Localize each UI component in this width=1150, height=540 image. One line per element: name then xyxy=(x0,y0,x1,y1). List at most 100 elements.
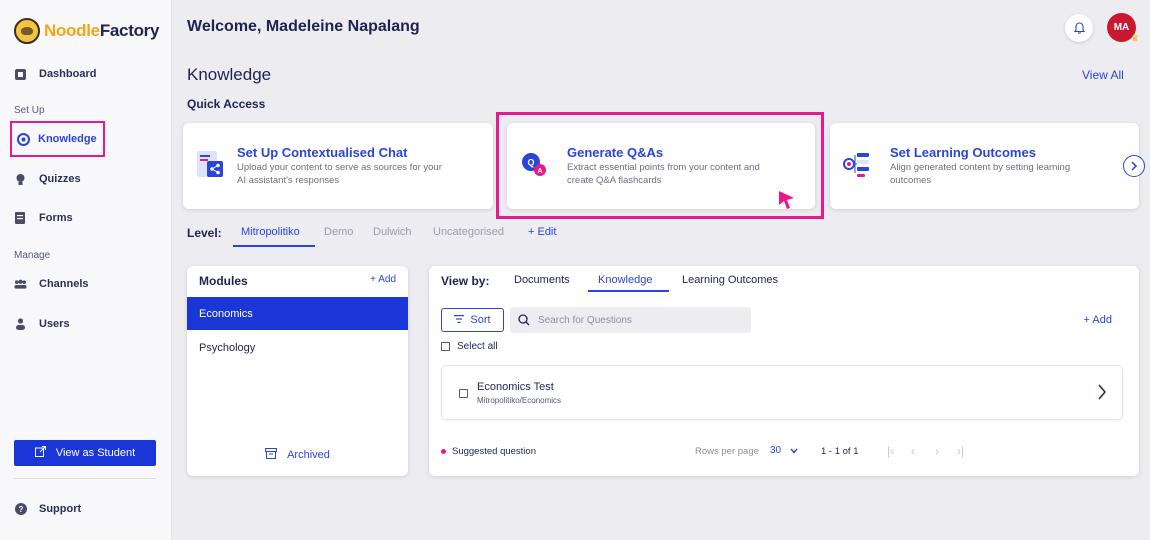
sidebar-item-quizzes[interactable]: Quizzes xyxy=(14,168,81,190)
notifications-button[interactable] xyxy=(1065,14,1093,42)
sidebar-item-label: Dashboard xyxy=(39,68,97,80)
lightbulb-icon xyxy=(14,173,27,186)
section-manage: Manage xyxy=(14,250,51,261)
quick-access-heading: Quick Access xyxy=(187,97,266,111)
archive-icon xyxy=(265,448,278,462)
first-page-icon[interactable]: |‹ xyxy=(887,444,894,458)
modules-heading: Modules xyxy=(199,274,248,288)
chevron-right-icon xyxy=(1131,161,1138,171)
sidebar-item-label: Quizzes xyxy=(39,173,81,185)
outcomes-list-icon xyxy=(843,153,869,177)
row-checkbox[interactable] xyxy=(459,389,468,398)
dashboard-icon xyxy=(14,68,27,81)
svg-text:?: ? xyxy=(18,505,23,514)
questions-panel: View by: Documents Knowledge Learning Ou… xyxy=(429,266,1139,476)
share-document-icon xyxy=(197,151,223,177)
suggested-dot xyxy=(441,449,446,454)
modules-panel: Modules + Add Economics Psychology Archi… xyxy=(187,266,408,476)
search-box xyxy=(510,307,751,333)
help-icon: ? xyxy=(14,503,27,516)
carousel-next-button[interactable] xyxy=(1123,155,1145,177)
brand-name: NoodleFactory xyxy=(44,21,160,40)
next-page-icon[interactable]: › xyxy=(935,444,939,458)
sidebar-item-forms[interactable]: Forms xyxy=(14,207,73,229)
welcome-message: Welcome, Madeleine Napalang xyxy=(187,18,420,35)
select-all[interactable]: Select all xyxy=(441,341,498,352)
sidebar-item-users[interactable]: Users xyxy=(14,313,70,335)
row-title: Economics Test xyxy=(477,381,554,393)
user-avatar[interactable]: MA ♛ xyxy=(1107,13,1139,43)
external-link-icon xyxy=(34,446,46,460)
card-learning-outcomes[interactable]: Set Learning Outcomes Align generated co… xyxy=(830,123,1139,209)
sidebar-item-label: Forms xyxy=(39,212,73,224)
add-module-button[interactable]: + Add xyxy=(370,274,396,285)
noodle-bowl-icon xyxy=(14,18,40,44)
sidebar: NoodleFactory Dashboard Set Up Knowledge… xyxy=(0,0,172,540)
knowledge-icon xyxy=(17,132,30,146)
card-title: Set Learning Outcomes xyxy=(890,145,1036,160)
level-tab-dulwich[interactable]: Dulwich xyxy=(373,226,412,238)
tab-learning-outcomes[interactable]: Learning Outcomes xyxy=(682,274,778,286)
card-title: Set Up Contextualised Chat xyxy=(237,145,408,160)
level-tab-mitropolitiko[interactable]: Mitropolitiko xyxy=(241,226,300,238)
page-title: Knowledge xyxy=(187,65,272,84)
row-path: Mitropolitiko/Economics xyxy=(477,396,562,405)
sidebar-item-label: Support xyxy=(39,503,82,515)
crown-icon: ♛ xyxy=(1130,33,1139,43)
view-all-link[interactable]: View All xyxy=(1082,68,1124,82)
chevron-down-icon xyxy=(790,446,798,456)
channels-icon xyxy=(14,278,27,291)
sidebar-item-knowledge[interactable]: Knowledge xyxy=(10,121,105,157)
rows-per-page-value: 30 xyxy=(770,445,782,456)
sidebar-divider xyxy=(14,478,156,479)
module-item-psychology[interactable]: Psychology xyxy=(187,331,408,364)
level-tab-uncategorised[interactable]: Uncategorised xyxy=(433,226,504,238)
forms-icon xyxy=(14,211,27,225)
bell-icon xyxy=(1073,22,1085,34)
logo[interactable]: NoodleFactory xyxy=(14,18,159,44)
table-row[interactable]: Economics Test Mitropolitiko/Economics xyxy=(441,365,1123,420)
rows-per-page-select[interactable]: 30 xyxy=(770,445,798,456)
level-active-underline xyxy=(233,245,315,247)
tab-active-underline xyxy=(588,290,669,292)
sidebar-item-label: Channels xyxy=(39,278,89,290)
add-question-button[interactable]: + Add xyxy=(1084,314,1112,326)
users-icon xyxy=(14,318,27,331)
avatar-initials: MA xyxy=(1113,22,1130,33)
sort-button[interactable]: Sort xyxy=(441,308,504,332)
level-tab-demo[interactable]: Demo xyxy=(324,226,353,238)
sidebar-item-label: Knowledge xyxy=(38,133,97,145)
select-all-label: Select all xyxy=(457,341,498,352)
search-icon xyxy=(518,314,530,326)
card-contextualised-chat[interactable]: Set Up Contextualised Chat Upload your c… xyxy=(183,123,493,209)
highlight-generate-qas xyxy=(496,112,824,219)
view-by-label: View by: xyxy=(441,274,490,288)
select-all-checkbox[interactable] xyxy=(441,342,450,351)
tab-knowledge[interactable]: Knowledge xyxy=(598,274,652,286)
view-as-student-label: View as Student xyxy=(55,447,136,459)
cursor-pointer-icon xyxy=(779,191,794,209)
archived-button[interactable]: Archived xyxy=(187,448,408,462)
section-setup: Set Up xyxy=(14,105,45,116)
last-page-icon[interactable]: ›| xyxy=(957,444,964,458)
sidebar-item-channels[interactable]: Channels xyxy=(14,273,89,295)
module-item-economics[interactable]: Economics xyxy=(187,297,408,330)
archived-label: Archived xyxy=(287,449,330,461)
sidebar-item-dashboard[interactable]: Dashboard xyxy=(14,63,96,85)
pagination-range: 1 - 1 of 1 xyxy=(821,446,859,457)
sort-label: Sort xyxy=(470,314,491,326)
search-input[interactable] xyxy=(538,314,738,326)
suggested-legend: Suggested question xyxy=(441,446,536,457)
sidebar-item-support[interactable]: ? Support xyxy=(14,498,81,520)
view-as-student-button[interactable]: View as Student xyxy=(14,440,156,466)
edit-levels-button[interactable]: + Edit xyxy=(528,226,556,238)
filter-lines-icon xyxy=(454,314,465,326)
level-label: Level: xyxy=(187,226,222,240)
prev-page-icon[interactable]: ‹ xyxy=(911,444,915,458)
rows-per-page-label: Rows per page xyxy=(695,446,759,457)
suggested-label: Suggested question xyxy=(452,446,536,457)
sidebar-item-label: Users xyxy=(39,318,70,330)
chevron-right-icon[interactable] xyxy=(1094,382,1110,402)
card-description: Upload your content to serve as sources … xyxy=(237,162,442,186)
tab-documents[interactable]: Documents xyxy=(514,274,570,286)
